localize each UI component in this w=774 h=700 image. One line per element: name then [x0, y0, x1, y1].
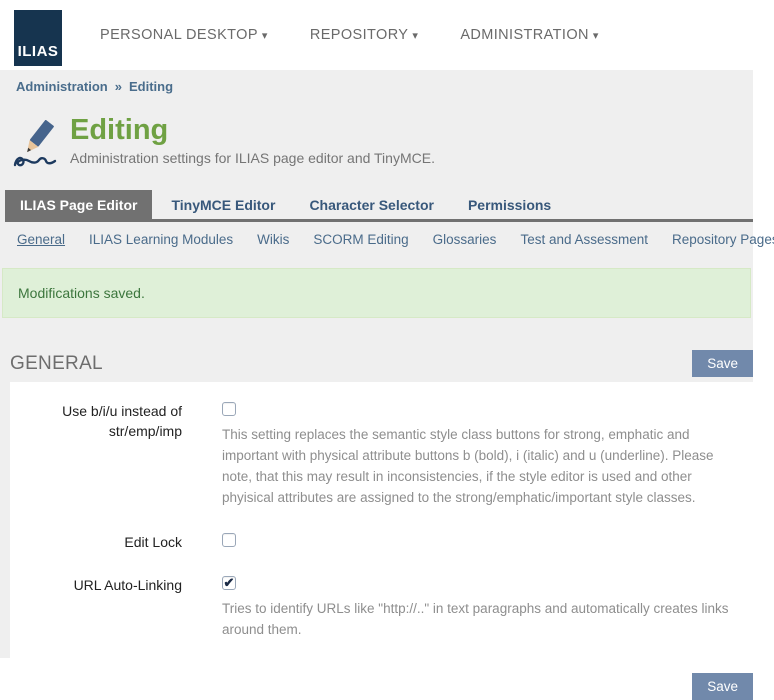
form-row-biu: Use b/i/u instead of str/emp/imp This se…: [10, 402, 737, 509]
url-autolink-description: Tries to identify URLs like "http://.." …: [222, 599, 737, 641]
edit-lock-checkbox[interactable]: [222, 533, 236, 547]
tab-ilias-page-editor[interactable]: ILIAS Page Editor: [5, 190, 152, 219]
menu-repository[interactable]: REPOSITORY▾: [310, 27, 418, 43]
success-message: Modifications saved.: [2, 268, 751, 318]
page-header-text: Editing Administration settings for ILIA…: [70, 114, 435, 172]
url-autolink-label: URL Auto-Linking: [10, 576, 182, 641]
breadcrumb: Administration » Editing: [0, 70, 753, 100]
chevron-down-icon: ▾: [412, 30, 418, 42]
subtab-test-and-assessment[interactable]: Test and Assessment: [520, 232, 648, 247]
edit-lock-label: Edit Lock: [10, 533, 182, 553]
subtab-wikis[interactable]: Wikis: [257, 232, 289, 247]
biu-control: This setting replaces the semantic style…: [222, 402, 737, 509]
subtab-bar: General ILIAS Learning Modules Wikis SCO…: [0, 222, 753, 255]
section-title: GENERAL: [10, 353, 103, 375]
tab-tinymce-editor[interactable]: TinyMCE Editor: [156, 190, 290, 219]
tab-bar: ILIAS Page Editor TinyMCE Editor Charact…: [5, 190, 753, 222]
chevron-down-icon: ▾: [262, 30, 268, 42]
url-autolink-control: ✔ Tries to identify URLs like "http://..…: [222, 576, 737, 641]
form-row-edit-lock: Edit Lock: [10, 533, 737, 553]
url-autolink-checkbox[interactable]: ✔: [222, 576, 236, 590]
tab-permissions[interactable]: Permissions: [453, 190, 566, 219]
biu-description: This setting replaces the semantic style…: [222, 425, 737, 509]
ilias-logo[interactable]: ILIAS: [14, 10, 62, 66]
ilias-logo-text: ILIAS: [18, 43, 59, 60]
save-button-top[interactable]: Save: [692, 350, 753, 377]
biu-label: Use b/i/u instead of str/emp/imp: [10, 402, 182, 509]
subtab-glossaries[interactable]: Glossaries: [433, 232, 497, 247]
subtab-scorm-editing[interactable]: SCORM Editing: [313, 232, 408, 247]
checkmark-icon: ✔: [224, 576, 235, 589]
form-footer: Save: [0, 673, 753, 700]
page-title: Editing: [70, 114, 435, 147]
breadcrumb-editing[interactable]: Editing: [129, 79, 173, 94]
main-menu: PERSONAL DESKTOP▾ REPOSITORY▾ ADMINISTRA…: [100, 27, 599, 43]
subtab-repository-pages[interactable]: Repository Pages: [672, 232, 774, 247]
breadcrumb-administration[interactable]: Administration: [16, 79, 108, 94]
pencil-squiggle-icon: [12, 120, 60, 172]
page-subtitle: Administration settings for ILIAS page e…: [70, 150, 435, 166]
general-settings-form: Use b/i/u instead of str/emp/imp This se…: [10, 382, 753, 665]
section-header: GENERAL Save: [10, 350, 753, 377]
form-row-url-autolink: URL Auto-Linking ✔ Tries to identify URL…: [10, 576, 737, 641]
page-content: Administration » Editing Editing Administr…: [0, 70, 753, 658]
chevron-down-icon: ▾: [593, 30, 599, 42]
menu-personal-desktop[interactable]: PERSONAL DESKTOP▾: [100, 27, 268, 43]
menu-administration[interactable]: ADMINISTRATION▾: [460, 27, 599, 43]
breadcrumb-separator: »: [115, 79, 122, 94]
edit-lock-control: [222, 533, 737, 553]
subtab-general[interactable]: General: [17, 232, 65, 247]
tab-character-selector[interactable]: Character Selector: [294, 190, 449, 219]
biu-checkbox[interactable]: [222, 402, 236, 416]
subtab-ilias-learning-modules[interactable]: ILIAS Learning Modules: [89, 232, 233, 247]
top-navbar: ILIAS PERSONAL DESKTOP▾ REPOSITORY▾ ADMI…: [0, 0, 774, 70]
page-header: Editing Administration settings for ILIA…: [12, 114, 753, 172]
save-button-bottom[interactable]: Save: [692, 673, 753, 700]
